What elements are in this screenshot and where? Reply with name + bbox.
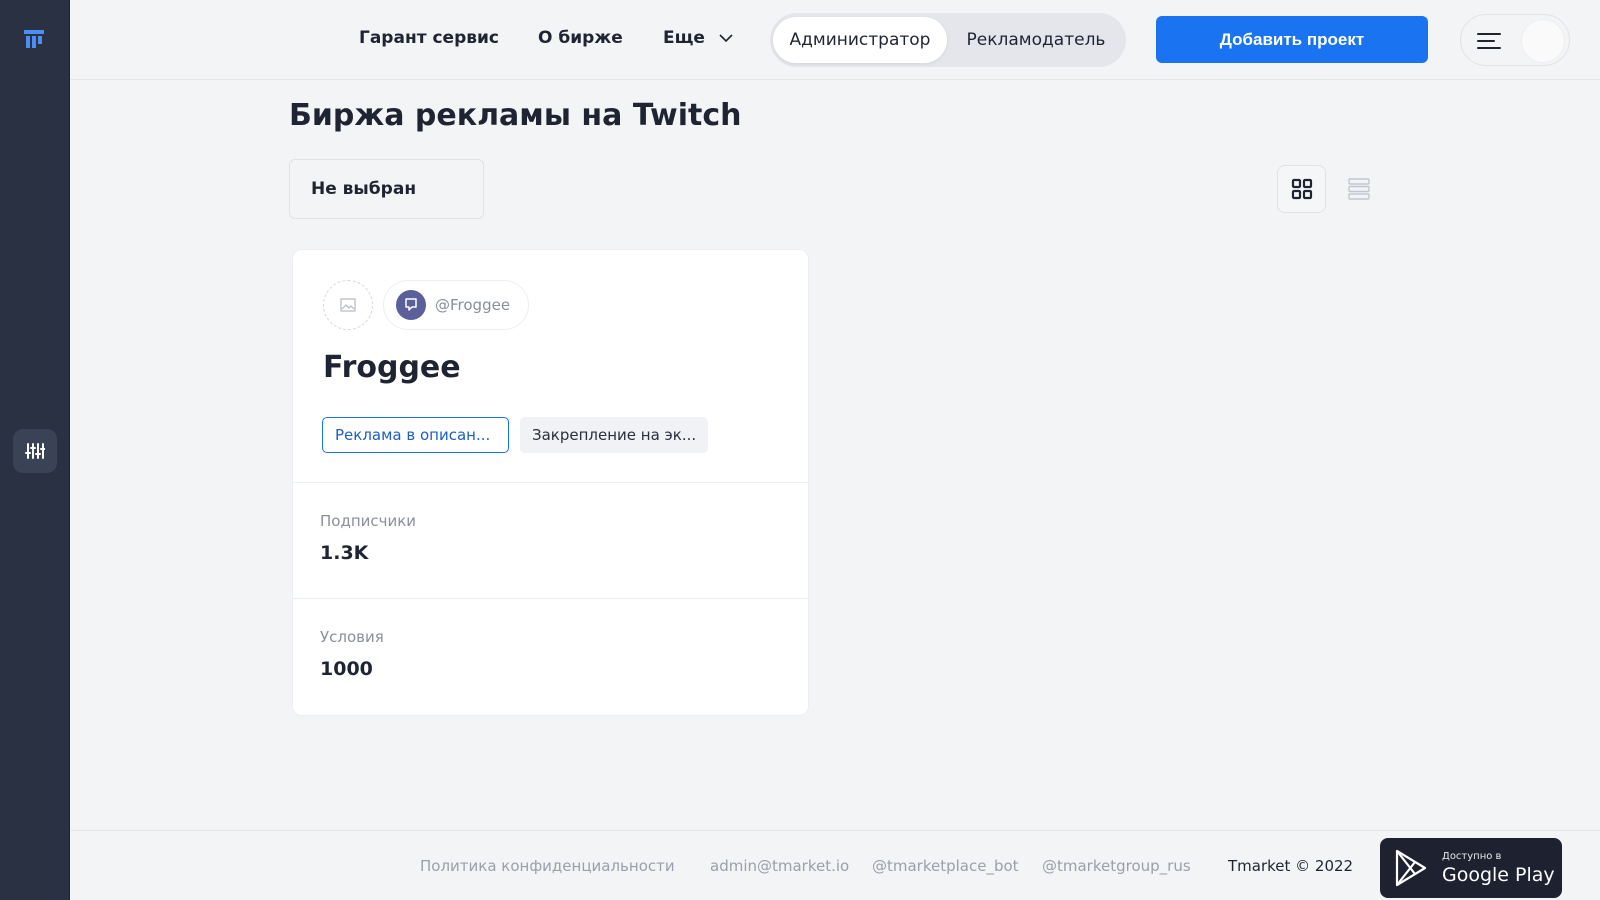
channel-handle-link[interactable]: @Froggee [383, 280, 530, 330]
add-project-button[interactable]: Добавить проект [1156, 16, 1428, 63]
category-select[interactable]: Не выбран [289, 159, 484, 219]
google-play-small-text: Доступно в [1442, 850, 1502, 862]
image-placeholder-icon [340, 298, 356, 312]
chevron-down-icon [719, 33, 733, 42]
grid-view-icon [1291, 178, 1312, 200]
google-play-badge[interactable]: Доступно в Google Play [1380, 838, 1562, 898]
footer: Политика конфиденциальности admin@tmarke… [70, 830, 1600, 900]
avatar[interactable] [1521, 19, 1565, 63]
left-rail [0, 0, 70, 900]
channel-card[interactable]: @Froggee Froggee Реклама в описан... Зак… [292, 249, 809, 716]
google-play-icon [1395, 849, 1427, 887]
filter-button[interactable] [13, 429, 57, 473]
list-view-icon [1348, 178, 1370, 200]
list-view-button[interactable] [1335, 165, 1383, 213]
role-advertiser-option[interactable]: Рекламодатель [950, 17, 1122, 63]
logo-icon[interactable] [22, 28, 46, 50]
subscribers-label: Подписчики [320, 512, 417, 530]
nav-more-label: Еще [663, 28, 705, 48]
grid-view-button[interactable] [1277, 165, 1326, 213]
twitch-icon [396, 290, 426, 320]
email-link[interactable]: admin@tmarket.io [710, 857, 849, 875]
channel-handle: @Froggee [435, 296, 511, 314]
conditions-label: Условия [320, 628, 384, 646]
filter-sliders-icon [25, 443, 45, 459]
privacy-policy-link[interactable]: Политика конфиденциальности [420, 857, 675, 875]
ad-format-tag[interactable]: Закрепление на эк... [520, 417, 708, 453]
channel-thumbnail [323, 280, 373, 330]
top-header: Гарант сервис О бирже Еще Администратор … [70, 0, 1600, 80]
google-play-big-text: Google Play [1442, 863, 1555, 886]
role-admin-option[interactable]: Администратор [773, 17, 947, 63]
user-menu[interactable] [1460, 14, 1570, 66]
divider [293, 482, 808, 483]
channel-name: Froggee [323, 350, 461, 385]
nav-about-link[interactable]: О бирже [538, 28, 623, 48]
role-toggle: Администратор Рекламодатель [770, 13, 1126, 67]
group-link[interactable]: @tmarketgroup_rus [1042, 857, 1191, 875]
subscribers-value: 1.3K [320, 542, 369, 564]
ad-format-tag[interactable]: Реклама в описан... [322, 417, 509, 453]
conditions-value: 1000 [320, 658, 373, 680]
copyright: Tmarket © 2022 [1228, 857, 1354, 875]
page-title: Биржа рекламы на Twitch [289, 98, 742, 133]
google-play-text: Доступно в Google Play [1442, 851, 1555, 886]
nav-guarantee-link[interactable]: Гарант сервис [359, 28, 499, 48]
bot-link[interactable]: @tmarketplace_bot [872, 857, 1019, 875]
divider [293, 598, 808, 599]
nav-more-dropdown[interactable]: Еще [663, 28, 733, 48]
menu-icon [1477, 33, 1501, 49]
